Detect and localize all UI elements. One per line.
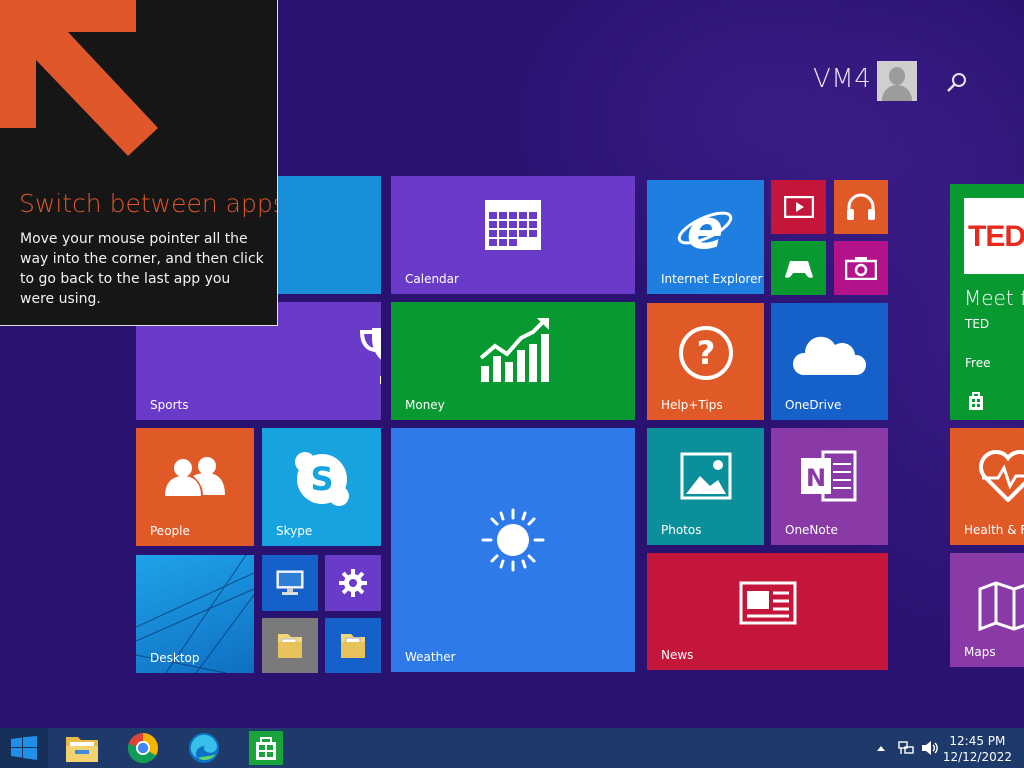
folder-icon xyxy=(341,634,365,658)
trophy-icon xyxy=(360,328,381,384)
chevron-up-icon[interactable] xyxy=(876,740,886,756)
tile-label: Internet Explorer xyxy=(661,272,763,286)
tile-label: News xyxy=(661,648,694,662)
user-avatar-icon[interactable] xyxy=(877,61,917,101)
tile-label: OneNote xyxy=(785,523,838,537)
chrome-icon xyxy=(127,733,159,764)
tile-computer[interactable] xyxy=(262,555,318,611)
news-icon xyxy=(739,581,797,625)
folder-icon xyxy=(66,737,98,762)
taskbar-chrome[interactable] xyxy=(117,728,169,768)
tile-label: Sports xyxy=(150,398,189,412)
svg-text:S: S xyxy=(310,460,333,498)
computer-icon xyxy=(276,570,304,595)
clock-date: 12/12/2022 xyxy=(942,750,1012,764)
taskbar-store[interactable] xyxy=(240,728,292,768)
tile-documents[interactable] xyxy=(262,618,318,673)
sun-icon xyxy=(481,508,545,572)
tile-label: Maps xyxy=(964,645,996,659)
onenote-icon: N xyxy=(801,450,857,502)
tile-video[interactable] xyxy=(771,180,826,234)
calendar-icon xyxy=(485,200,541,250)
headphones-icon xyxy=(847,193,875,220)
photo-icon xyxy=(680,452,732,500)
tile-settings[interactable] xyxy=(325,555,381,611)
store-icon xyxy=(969,392,983,410)
tile-photos[interactable]: Photos xyxy=(647,428,764,545)
tile-maps[interactable]: Maps xyxy=(950,553,1024,667)
ted-price: Free xyxy=(965,356,991,370)
tile-calendar[interactable]: Calendar xyxy=(391,176,635,294)
search-button[interactable] xyxy=(944,70,970,96)
tile-label: Help+Tips xyxy=(661,398,723,412)
ted-logo-text: TED xyxy=(968,220,1024,253)
tile-internet-explorer[interactable]: e Internet Explorer xyxy=(647,180,764,294)
network-icon[interactable] xyxy=(898,740,914,756)
tile-partial-hidden[interactable] xyxy=(262,176,381,294)
taskbar: 12:45 PM 12/12/2022 xyxy=(0,728,1024,768)
tile-news[interactable]: News xyxy=(647,553,888,670)
tile-label: Desktop xyxy=(150,651,200,665)
tile-label: Money xyxy=(405,398,445,412)
tile-weather[interactable]: Weather xyxy=(391,428,635,672)
video-icon xyxy=(784,196,814,218)
svg-text:e: e xyxy=(687,200,724,256)
chart-icon xyxy=(479,318,549,382)
tile-music[interactable] xyxy=(834,180,888,234)
heart-icon xyxy=(979,450,1024,502)
cloud-icon xyxy=(792,336,867,375)
ted-logo: TED xyxy=(964,198,1024,274)
gear-icon xyxy=(339,569,367,597)
windows-start-icon xyxy=(11,736,37,760)
skype-icon: S xyxy=(295,452,349,506)
start-button[interactable] xyxy=(0,728,48,768)
tile-label: Photos xyxy=(661,523,702,537)
gamepad-icon xyxy=(785,261,813,278)
taskbar-edge[interactable] xyxy=(178,728,230,768)
camera-icon xyxy=(845,257,877,280)
corner-arrow-icon xyxy=(0,0,158,156)
ted-title: Meet fa xyxy=(964,286,1024,310)
tile-label: Skype xyxy=(276,524,313,538)
folder-docs-icon xyxy=(278,634,302,658)
tile-desktop[interactable]: Desktop xyxy=(136,555,254,673)
tile-label: Weather xyxy=(405,650,456,664)
ie-icon: e xyxy=(677,200,733,256)
tip-title: Switch between apps xyxy=(19,189,278,218)
tile-onedrive[interactable]: OneDrive xyxy=(771,303,888,420)
search-icon xyxy=(947,73,966,92)
tile-label: Health & Fit xyxy=(964,523,1024,537)
tile-onenote[interactable]: N OneNote xyxy=(771,428,888,545)
volume-icon[interactable] xyxy=(921,740,939,756)
clock-time: 12:45 PM xyxy=(949,734,1006,748)
tile-help-tips[interactable]: ? Help+Tips xyxy=(647,303,764,420)
store-icon xyxy=(249,731,283,765)
tile-money[interactable]: Money xyxy=(391,302,635,420)
question-icon: ? xyxy=(679,326,733,380)
clock[interactable]: 12:45 PM 12/12/2022 xyxy=(943,733,1012,765)
tile-camera[interactable] xyxy=(834,241,888,295)
edge-icon xyxy=(189,733,219,763)
tile-label: Calendar xyxy=(405,272,459,286)
user-name[interactable]: VM4 xyxy=(813,64,871,94)
svg-text:N: N xyxy=(806,464,826,492)
map-icon xyxy=(978,581,1024,631)
taskbar-file-explorer[interactable] xyxy=(56,728,108,768)
tile-ted[interactable]: TED Meet fa TED Free xyxy=(950,184,1024,420)
tile-games[interactable] xyxy=(771,241,826,295)
tile-health[interactable]: Health & Fit xyxy=(950,428,1024,545)
tile-label: OneDrive xyxy=(785,398,842,412)
tile-label: People xyxy=(150,524,190,538)
tile-explorer[interactable] xyxy=(325,618,381,673)
ted-sub: TED xyxy=(965,317,990,331)
tile-people[interactable]: People xyxy=(136,428,254,546)
switch-apps-tip: Switch between apps Move your mouse poin… xyxy=(0,0,278,326)
tile-skype[interactable]: S Skype xyxy=(262,428,381,546)
svg-text:?: ? xyxy=(697,334,716,372)
tip-body: Move your mouse pointer all the way into… xyxy=(20,231,264,307)
people-icon xyxy=(165,457,225,496)
